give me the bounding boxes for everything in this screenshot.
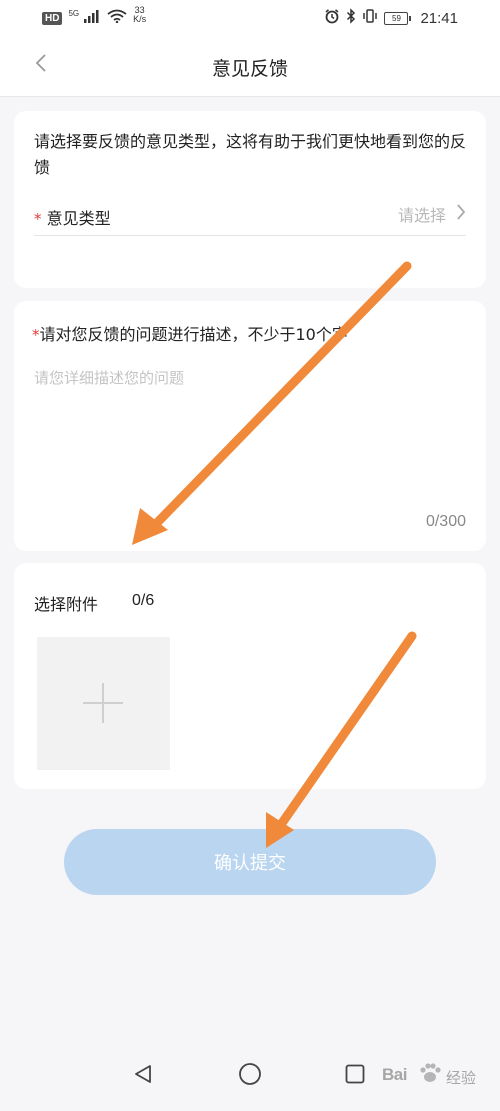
description-card: *请对您反馈的问题进行描述，不少于10个字 0/300 (14, 301, 486, 551)
feedback-screen: HD 5G 33 K/s 59 21:41 意见反馈 请选择要反馈的意见类型，这… (0, 0, 500, 1111)
description-label: *请对您反馈的问题进行描述，不少于10个字 (32, 321, 348, 345)
feedback-type-label: * 意见类型 (34, 205, 111, 229)
signal-icon (83, 9, 101, 28)
feedback-type-row[interactable]: * 意见类型 请选择 (34, 195, 466, 236)
watermark: Bai 经验 (376, 1057, 486, 1093)
description-char-counter: 0/300 (425, 513, 466, 530)
net-speed-unit: K/s (133, 14, 147, 24)
network-type-label: 5G (68, 9, 80, 18)
watermark-suffix: 经验 (446, 1069, 477, 1087)
feedback-type-hint: 请选择要反馈的意见类型，这将有助于我们更快地看到您的反馈 (34, 132, 467, 177)
feedback-type-placeholder: 请选择 (397, 206, 446, 225)
system-recents-button[interactable] (340, 1061, 370, 1091)
battery-icon: 59 (384, 11, 412, 25)
nav-header: 意见反馈 (0, 36, 500, 97)
feedback-type-picker[interactable]: 请选择 (398, 201, 466, 227)
status-right: 59 21:41 (324, 6, 458, 30)
system-back-button[interactable] (128, 1061, 158, 1091)
watermark-brand: Bai (382, 1065, 407, 1084)
description-label-text: 请对您反馈的问题进行描述，不少于10个字 (39, 325, 348, 344)
attachment-count: 0/6 (132, 592, 155, 609)
square-recents-icon (344, 1063, 366, 1089)
chevron-right-icon (456, 203, 466, 225)
status-time: 21:41 (420, 9, 458, 27)
system-home-button[interactable] (235, 1061, 265, 1091)
required-mark: * (32, 326, 40, 344)
circle-home-icon (238, 1062, 262, 1090)
hd-badge: HD (42, 11, 63, 25)
description-input[interactable] (34, 367, 466, 497)
status-left: HD 5G 33 K/s (42, 6, 146, 30)
bluetooth-icon (346, 7, 356, 29)
paw-icon (416, 1059, 444, 1091)
required-mark: * (34, 210, 42, 228)
add-attachment-button[interactable] (37, 637, 170, 770)
page-title: 意见反馈 (211, 58, 288, 80)
feedback-type-card: 请选择要反馈的意见类型，这将有助于我们更快地看到您的反馈 * 意见类型 请选择 (14, 111, 486, 288)
attachment-card: 选择附件 0/6 (14, 563, 486, 789)
vibrate-icon (362, 8, 378, 29)
alarm-icon (324, 8, 340, 29)
wifi-icon (107, 9, 127, 28)
triangle-back-icon (132, 1063, 154, 1089)
submit-button[interactable]: 确认提交 (64, 829, 436, 895)
status-bar: HD 5G 33 K/s 59 21:41 (0, 0, 500, 36)
feedback-type-label-text: 意见类型 (46, 209, 111, 228)
attachment-label: 选择附件 (34, 595, 99, 614)
net-speed: 33 K/s (133, 6, 146, 24)
